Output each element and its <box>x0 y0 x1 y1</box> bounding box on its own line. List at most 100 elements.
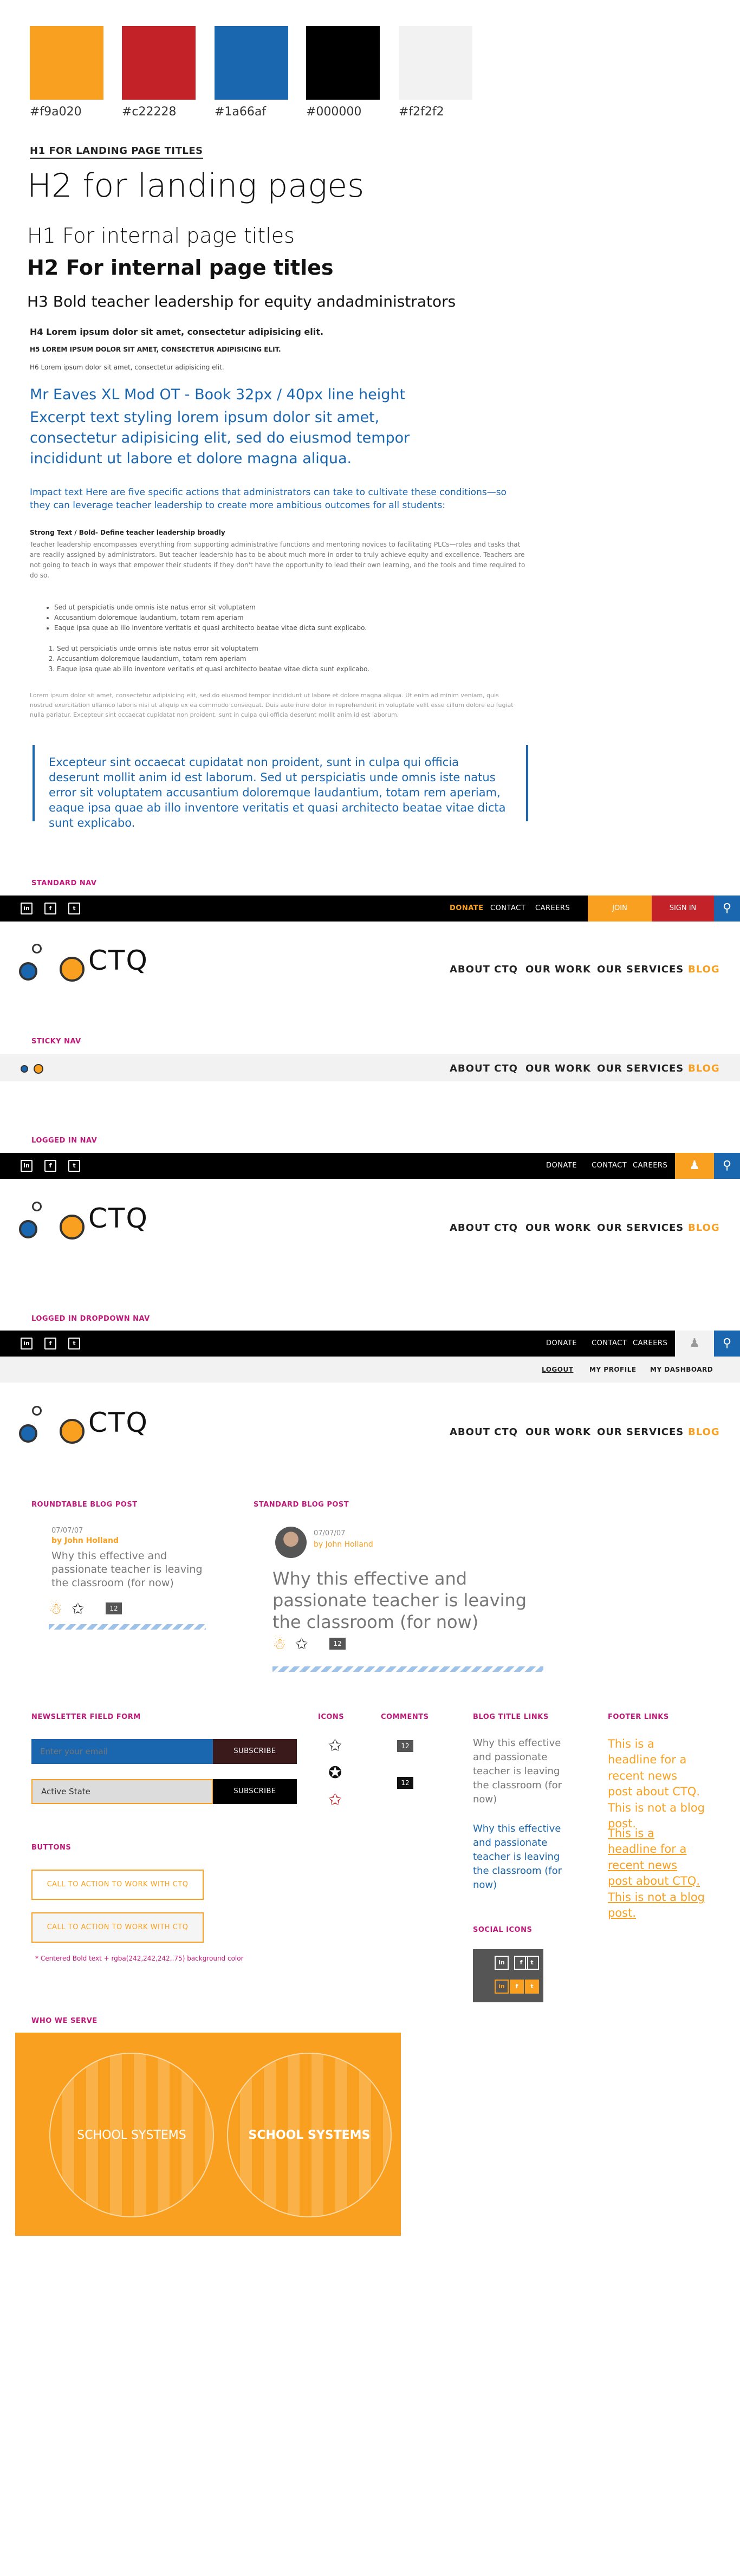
comment-count[interactable]: 12 <box>106 1602 122 1614</box>
logo[interactable]: CTQ <box>19 944 149 982</box>
blog-title-link[interactable]: Why this effective and passionate teache… <box>473 1736 565 1807</box>
linkedin-icon[interactable]: in <box>21 1160 33 1172</box>
footer-link[interactable]: This is a headline for a recent news pos… <box>608 1736 705 1832</box>
my-dashboard-link[interactable]: MY DASHBOARD <box>650 1366 713 1373</box>
nav-our-services[interactable]: OUR SERVICES <box>597 1222 684 1234</box>
logo-node-blue <box>19 962 37 981</box>
footer-link-hover[interactable]: This is a headline for a recent news pos… <box>608 1826 705 1921</box>
comment-count[interactable]: 12 <box>397 1740 413 1752</box>
audience-circle[interactable]: SCHOOL SYSTEMS <box>49 2053 214 2217</box>
top-utility-bar: in f t DONATE CONTACT CAREERS ♟ ⚲ <box>0 1331 740 1357</box>
linkedin-icon[interactable]: in <box>21 1338 33 1349</box>
star-filled-icon[interactable]: ✪ <box>328 1763 342 1782</box>
facebook-icon[interactable]: f <box>44 1160 56 1172</box>
section-label: STICKY NAV <box>31 1037 81 1046</box>
nav-about[interactable]: ABOUT CTQ <box>450 1063 518 1074</box>
roundtable-post-card[interactable]: 07/07/07 by John Holland Why this effect… <box>49 1527 211 1635</box>
sticky-nav-bar: ABOUT CTQ OUR WORK OUR SERVICES BLOG <box>0 1054 740 1081</box>
twitter-icon[interactable]: t <box>525 1956 539 1970</box>
contact-link[interactable]: CONTACT <box>490 904 525 912</box>
audience-circle-hover[interactable]: SCHOOL SYSTEMS <box>227 2053 392 2217</box>
swatch-label: #1a66af <box>215 105 267 119</box>
logout-link[interactable]: LOGOUT <box>542 1366 573 1373</box>
contact-link[interactable]: CONTACT <box>592 1339 627 1347</box>
star-icon[interactable]: ✩ <box>72 1600 84 1618</box>
nav-our-work[interactable]: OUR WORK <box>525 964 591 975</box>
careers-link[interactable]: CAREERS <box>633 1162 667 1170</box>
twitter-icon-orange[interactable]: t <box>525 1980 539 1994</box>
comment-count-active[interactable]: 12 <box>397 1777 413 1789</box>
nav-about[interactable]: ABOUT CTQ <box>450 1426 518 1438</box>
nav-our-services[interactable]: OUR SERVICES <box>597 1426 684 1438</box>
section-label: WHO WE SERVE <box>31 2017 98 2025</box>
twitter-icon[interactable]: t <box>68 1160 80 1172</box>
nav-our-work[interactable]: OUR WORK <box>525 1426 591 1438</box>
linkedin-icon[interactable]: in <box>495 1956 509 1970</box>
list-item: Accusantium doloremque laudantium, totam… <box>54 613 367 623</box>
linkedin-icon-orange[interactable]: in <box>495 1980 509 1994</box>
search-button[interactable]: ⚲ <box>714 896 740 922</box>
logo-small[interactable] <box>21 1061 48 1075</box>
user-button-active[interactable]: ♟ <box>675 1331 714 1357</box>
nav-blog[interactable]: BLOG <box>688 1426 720 1438</box>
facebook-icon[interactable]: f <box>44 903 56 914</box>
my-profile-link[interactable]: MY PROFILE <box>589 1366 637 1373</box>
swatch-blue <box>215 26 288 100</box>
h1-internal: H1 For internal page titles <box>27 224 295 248</box>
nav-about[interactable]: ABOUT CTQ <box>450 964 518 975</box>
nav-our-services[interactable]: OUR SERVICES <box>597 964 684 975</box>
linkedin-icon[interactable]: in <box>21 903 33 914</box>
donate-link[interactable]: DONATE <box>546 1339 577 1347</box>
sign-in-button[interactable]: SIGN IN <box>652 896 714 922</box>
logo-node-blue <box>19 1424 37 1443</box>
subscribe-button[interactable]: SUBSCRIBE <box>213 1779 297 1804</box>
join-button[interactable]: JOIN <box>588 896 652 922</box>
contact-link[interactable]: CONTACT <box>592 1162 627 1170</box>
star-icon[interactable]: ✩ <box>328 1736 342 1755</box>
post-author[interactable]: by John Holland <box>51 1536 119 1545</box>
facebook-icon[interactable]: f <box>44 1338 56 1349</box>
logo[interactable]: CTQ <box>19 1406 149 1444</box>
audience-label: SCHOOL SYSTEMS <box>248 2129 371 2142</box>
excerpt-text: Excerpt text styling lorem ipsum dolor s… <box>30 409 410 467</box>
donate-link[interactable]: DONATE <box>546 1162 577 1170</box>
post-title[interactable]: Why this effective and passionate teache… <box>51 1549 206 1590</box>
twitter-icon[interactable]: t <box>68 903 80 914</box>
post-date: 07/07/07 <box>314 1529 346 1537</box>
facebook-icon-orange[interactable]: f <box>510 1980 524 1994</box>
search-button[interactable]: ⚲ <box>714 1153 740 1179</box>
star-active-icon[interactable]: ✩ <box>328 1790 342 1809</box>
nav-our-services[interactable]: OUR SERVICES <box>597 1063 684 1074</box>
comment-count[interactable]: 12 <box>329 1638 346 1650</box>
user-button[interactable]: ♟ <box>675 1153 714 1179</box>
post-author[interactable]: by John Holland <box>314 1540 373 1549</box>
post-title[interactable]: Why this effective and passionate teache… <box>272 1568 538 1633</box>
cta-button-hover[interactable]: CALL TO ACTION TO WORK WITH CTQ <box>31 1912 204 1943</box>
donate-link[interactable]: DONATE <box>450 904 484 912</box>
logo-node-blue <box>21 1065 28 1073</box>
logo[interactable]: CTQ <box>19 1202 149 1240</box>
nav-our-work[interactable]: OUR WORK <box>525 1063 591 1074</box>
careers-link[interactable]: CAREERS <box>535 904 570 912</box>
email-field-active[interactable] <box>31 1779 213 1804</box>
cta-button[interactable]: CALL TO ACTION TO WORK WITH CTQ <box>31 1870 204 1900</box>
nav-our-work[interactable]: OUR WORK <box>525 1222 591 1234</box>
careers-link[interactable]: CAREERS <box>633 1339 667 1347</box>
star-icon[interactable]: ✩ <box>295 1635 308 1653</box>
h1-landing: H1 FOR LANDING PAGE TITLES <box>30 145 203 159</box>
search-button[interactable]: ⚲ <box>714 1331 740 1357</box>
search-icon: ⚲ <box>722 1159 732 1172</box>
nav-blog[interactable]: BLOG <box>688 1222 720 1234</box>
subscribe-button[interactable]: SUBSCRIBE <box>213 1739 297 1764</box>
nav-about[interactable]: ABOUT CTQ <box>450 1222 518 1234</box>
email-field[interactable] <box>31 1739 213 1764</box>
twitter-icon[interactable]: t <box>68 1338 80 1349</box>
nav-blog[interactable]: BLOG <box>688 964 720 975</box>
nav-blog[interactable]: BLOG <box>688 1063 720 1074</box>
standard-post-card[interactable]: 07/07/07 by John Holland Why this effect… <box>272 1527 543 1678</box>
section-label: BUTTONS <box>31 1844 72 1852</box>
list-item: Eaque ipsa quae ab illo inventore verita… <box>57 664 369 674</box>
blog-title-link-hover[interactable]: Why this effective and passionate teache… <box>473 1822 565 1892</box>
logo-node-orange <box>60 1215 85 1240</box>
numbered-list: Sed ut perspiciatis unde omnis iste natu… <box>57 644 369 674</box>
